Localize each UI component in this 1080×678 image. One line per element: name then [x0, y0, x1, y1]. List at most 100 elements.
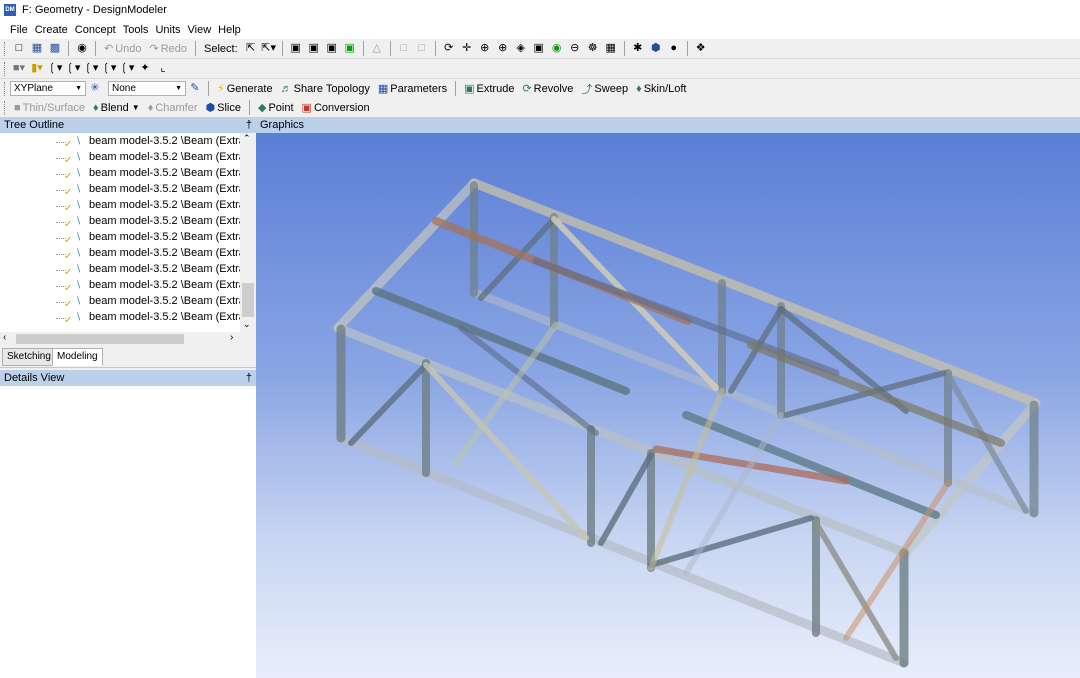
help-cursor-icon[interactable]: ❖	[693, 41, 709, 57]
zoom-out-icon[interactable]: ⊖	[567, 41, 583, 57]
menu-view[interactable]: View	[188, 24, 212, 36]
menu-help[interactable]: Help	[218, 24, 241, 36]
scroll-thumb[interactable]	[16, 334, 184, 344]
graphics-viewport[interactable]	[256, 133, 1080, 678]
revolve-button[interactable]: ⟳ Revolve	[522, 82, 573, 96]
tree-item[interactable]: ✓ ∖ beam model-3.5.2 \Beam (Extrac	[0, 294, 240, 310]
pin-icon[interactable]: ✦	[137, 61, 153, 77]
iso-view-icon[interactable]: ☸	[585, 41, 601, 57]
details-view-header: Details View †	[0, 370, 256, 386]
display-plane-icon[interactable]: ▦	[603, 41, 619, 57]
menu-file[interactable]: File	[10, 24, 28, 36]
scroll-left-icon[interactable]: ‹	[3, 332, 6, 343]
tab-modeling[interactable]: Modeling	[52, 348, 103, 366]
scroll-thumb[interactable]	[242, 283, 254, 317]
separator	[248, 100, 250, 115]
vertex-icon[interactable]: ⌞	[155, 61, 171, 77]
generate-button[interactable]: ⚡ Generate	[217, 82, 273, 96]
chamfer-button[interactable]: ♦ Chamfer	[148, 102, 198, 114]
new-icon[interactable]: □	[11, 41, 27, 57]
save-icon[interactable]: ▦	[29, 41, 45, 57]
beam	[469, 178, 1041, 408]
sketch-select[interactable]: None ▼	[108, 81, 186, 96]
menu-bar: File Create Concept Tools Units View Hel…	[0, 20, 1080, 39]
tree-horizontal-scrollbar[interactable]: ‹ ›	[0, 332, 256, 346]
tree-item[interactable]: ✓ ∖ beam model-3.5.2 \Beam (Extrac	[0, 150, 240, 166]
extend-selection-icon[interactable]: △	[369, 41, 385, 57]
edge-color-icon[interactable]: ▮▾	[29, 61, 45, 77]
tree-item[interactable]: ✓ ∖ beam model-3.5.2 \Beam (Extrac	[0, 166, 240, 182]
tree-item[interactable]: ✓ ∖ beam model-3.5.2 \Beam (Extrac	[0, 230, 240, 246]
zoom-in-icon[interactable]: ⊕	[495, 41, 511, 57]
scroll-up-icon[interactable]: ⌃	[243, 133, 251, 144]
skin-loft-button[interactable]: ♦ Skin/Loft	[636, 83, 686, 95]
select-points-icon[interactable]: ▣	[288, 41, 304, 57]
menu-units[interactable]: Units	[155, 24, 180, 36]
tree-item[interactable]: ✓ ∖ beam model-3.5.2 \Beam (Extrac	[0, 246, 240, 262]
tree-item[interactable]: ✓ ∖ beam model-3.5.2 \Beam (Extrac	[0, 310, 240, 326]
check-icon: ✓	[64, 267, 73, 278]
rotate-icon[interactable]: ⟳	[441, 41, 457, 57]
pan-icon[interactable]: ✛	[459, 41, 475, 57]
extrude-icon: ▣	[464, 83, 475, 95]
select-cursor-icon[interactable]: ⇱	[243, 41, 259, 57]
conversion-button[interactable]: ▣ Conversion	[302, 101, 370, 115]
edge-direction-icon[interactable]: ❲▾	[101, 61, 117, 77]
tree-item[interactable]: ✓ ∖ beam model-3.5.2 \Beam (Extrac	[0, 182, 240, 198]
select-bodies-icon[interactable]: ▣	[342, 41, 358, 57]
thin-surface-button[interactable]: ■ Thin/Surface	[14, 102, 85, 114]
box-select-alt-icon[interactable]: □	[414, 41, 430, 57]
sweep-button[interactable]: ⤴ Sweep	[581, 81, 628, 97]
parameters-button[interactable]: ▦ Parameters	[378, 82, 447, 96]
pin-icon[interactable]: †	[246, 119, 252, 131]
display-model-icon[interactable]: ⬢	[648, 41, 664, 57]
export-icon[interactable]: ▩	[47, 41, 63, 57]
pin-icon[interactable]: †	[246, 372, 252, 384]
face-color-icon[interactable]: ■▾	[11, 61, 27, 77]
tree-vertical-scrollbar[interactable]: ⌃ ⌄	[240, 133, 256, 332]
scroll-down-icon[interactable]: ⌄	[243, 319, 251, 330]
display-point-icon[interactable]: ●	[666, 41, 682, 57]
edge-style-icon[interactable]: ❲▾	[65, 61, 81, 77]
box-select-icon[interactable]: □	[396, 41, 412, 57]
tree-item[interactable]: ✓ ∖ beam model-3.5.2 \Beam (Extrac	[0, 198, 240, 214]
details-view	[0, 386, 256, 678]
redo-button[interactable]: ↷ Redo	[150, 42, 188, 56]
tab-sketching[interactable]: Sketching	[2, 348, 56, 366]
cross-section-icon[interactable]: ❲▾	[119, 61, 135, 77]
tree-item-label: beam model-3.5.2 \Beam (Extrac	[89, 311, 240, 323]
menu-concept[interactable]: Concept	[75, 24, 116, 36]
scroll-right-icon[interactable]: ›	[230, 332, 233, 343]
tree-item[interactable]: ✓ ∖ beam model-3.5.2 \Beam (Extrac	[0, 262, 240, 278]
new-sketch-icon[interactable]: ✎	[187, 81, 203, 97]
tree-item[interactable]: ✓ ∖ beam model-3.5.2 \Beam (Extrac	[0, 134, 240, 150]
edge-display-icon[interactable]: ❲▾	[83, 61, 99, 77]
menu-tools[interactable]: Tools	[123, 24, 149, 36]
camera-icon[interactable]: ◉	[74, 41, 90, 57]
plane-select[interactable]: XYPlane ▼	[10, 81, 86, 96]
zoom-selection-icon[interactable]: ◉	[549, 41, 565, 57]
triad-icon[interactable]: ✱	[630, 41, 646, 57]
zoom-icon[interactable]: ⊕	[477, 41, 493, 57]
zoom-fit-icon[interactable]: ▣	[531, 41, 547, 57]
blend-icon: ♦	[93, 101, 99, 114]
new-plane-icon[interactable]: ✳	[87, 81, 103, 97]
cross-beam	[747, 341, 1005, 447]
tree-item-label: beam model-3.5.2 \Beam (Extrac	[89, 183, 240, 195]
tree-item-label: beam model-3.5.2 \Beam (Extrac	[89, 263, 240, 275]
slice-button[interactable]: ⬢ Slice	[206, 101, 241, 115]
tree-item[interactable]: ✓ ∖ beam model-3.5.2 \Beam (Extrac	[0, 214, 240, 230]
select-mode-dropdown-icon[interactable]: ⇱▾	[261, 41, 277, 57]
share-topology-button[interactable]: ♬ Share Topology	[281, 83, 370, 95]
tree-item[interactable]: ✓ ∖ beam model-3.5.2 \Beam (Extrac	[0, 278, 240, 294]
tree-item-label: beam model-3.5.2 \Beam (Extrac	[89, 151, 240, 163]
menu-create[interactable]: Create	[35, 24, 68, 36]
undo-button[interactable]: ↶ Undo	[104, 42, 142, 56]
extrude-button[interactable]: ▣ Extrude	[464, 82, 514, 96]
select-edges-icon[interactable]: ▣	[306, 41, 322, 57]
point-button[interactable]: ◆ Point	[258, 101, 294, 115]
blend-button[interactable]: ♦ Blend ▼	[93, 102, 140, 114]
select-faces-icon[interactable]: ▣	[324, 41, 340, 57]
edge-joint-icon[interactable]: ❲▾	[47, 61, 63, 77]
zoom-box-icon[interactable]: ◈	[513, 41, 529, 57]
